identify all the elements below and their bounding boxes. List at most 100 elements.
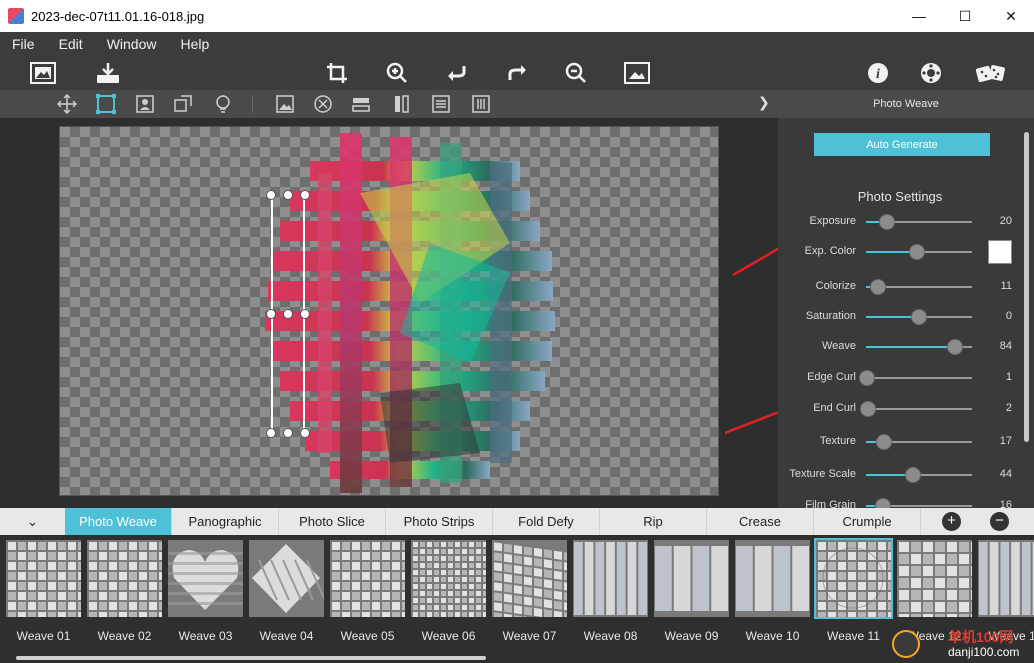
- exp-color-swatch[interactable]: [988, 240, 1012, 264]
- preset-thumbnail[interactable]: [897, 540, 972, 617]
- slider-track[interactable]: [866, 309, 972, 325]
- slider-thumb[interactable]: [876, 434, 893, 450]
- portrait-frame-icon[interactable]: [134, 93, 156, 115]
- slider-thumb[interactable]: [904, 467, 921, 483]
- undo-icon[interactable]: [443, 60, 471, 86]
- menu-window[interactable]: Window: [95, 36, 169, 52]
- slider-track[interactable]: [866, 498, 972, 508]
- add-preset-button[interactable]: +: [942, 512, 961, 531]
- slider-film-grain[interactable]: Film Grain 16: [778, 496, 1034, 508]
- distribute-columns-icon[interactable]: [470, 93, 492, 115]
- open-image-icon[interactable]: [29, 60, 57, 86]
- panel-scrollbar[interactable]: [1024, 132, 1029, 442]
- slider-value: 11: [1000, 280, 1012, 292]
- slider-saturation[interactable]: Saturation 0: [778, 307, 1034, 327]
- selection-handle[interactable]: [283, 428, 293, 438]
- preset-thumbnail[interactable]: [249, 540, 324, 617]
- preset-thumbnail[interactable]: [814, 538, 893, 619]
- selection-handle[interactable]: [283, 190, 293, 200]
- auto-generate-button[interactable]: Auto Generate: [814, 133, 990, 156]
- slider-end-curl[interactable]: End Curl 2: [778, 399, 1034, 419]
- chevron-right-icon[interactable]: ❯: [758, 94, 770, 111]
- preset-thumbnail[interactable]: [654, 540, 729, 617]
- slider-thumb[interactable]: [947, 339, 964, 355]
- crop-icon[interactable]: [323, 60, 351, 86]
- preset-thumbnail[interactable]: [411, 540, 486, 617]
- distribute-rows-icon[interactable]: [430, 93, 452, 115]
- lightbulb-icon[interactable]: [212, 93, 234, 115]
- add-image-icon[interactable]: [274, 93, 296, 115]
- slider-edge-curl[interactable]: Edge Curl 1: [778, 368, 1034, 388]
- transform-icon[interactable]: [172, 93, 194, 115]
- info-icon[interactable]: i: [864, 60, 892, 86]
- slider-track[interactable]: [866, 214, 972, 230]
- slider-track[interactable]: [859, 370, 972, 386]
- selection-handle[interactable]: [300, 190, 310, 200]
- selection-handle[interactable]: [266, 190, 276, 200]
- slider-weave[interactable]: Weave 84: [778, 337, 1034, 357]
- menu-file[interactable]: File: [0, 36, 47, 52]
- close-button[interactable]: ✕: [988, 0, 1034, 32]
- slider-track[interactable]: [860, 401, 972, 417]
- chevron-down-icon[interactable]: ⌄: [0, 508, 65, 535]
- preset-thumbnail[interactable]: [87, 540, 162, 617]
- slider-thumb[interactable]: [911, 309, 927, 325]
- slider-thumb[interactable]: [859, 370, 876, 386]
- preset-thumbnail[interactable]: [573, 540, 648, 617]
- tab-rip[interactable]: Rip: [600, 508, 707, 535]
- slider-track[interactable]: [866, 244, 972, 260]
- selection-handle[interactable]: [300, 309, 310, 319]
- redo-icon[interactable]: [503, 60, 531, 86]
- remove-preset-button[interactable]: −: [990, 512, 1009, 531]
- slider-exposure[interactable]: Exposure 20: [778, 212, 1034, 232]
- menu-edit[interactable]: Edit: [47, 36, 95, 52]
- align-horizontal-icon[interactable]: [350, 93, 372, 115]
- thumbnail-scrollbar[interactable]: [16, 656, 486, 660]
- image-canvas[interactable]: [59, 126, 719, 496]
- slider-thumb[interactable]: [869, 279, 886, 295]
- fit-image-icon[interactable]: [623, 60, 651, 86]
- preset-thumbnail[interactable]: [492, 540, 567, 617]
- move-tool-icon[interactable]: [56, 93, 78, 115]
- woven-photo[interactable]: [210, 133, 570, 493]
- select-tool-icon[interactable]: [95, 93, 117, 115]
- slider-thumb[interactable]: [908, 244, 925, 260]
- zoom-in-icon[interactable]: [383, 60, 411, 86]
- tab-crumple[interactable]: Crumple: [814, 508, 921, 535]
- slider-track[interactable]: [866, 434, 972, 450]
- slider-track[interactable]: [866, 279, 972, 295]
- slider-texture-scale[interactable]: Texture Scale 44: [778, 465, 1034, 485]
- align-vertical-icon[interactable]: [390, 93, 412, 115]
- maximize-button[interactable]: ☐: [942, 0, 988, 32]
- preset-thumbnail[interactable]: [330, 540, 405, 617]
- selection-handle[interactable]: [266, 309, 276, 319]
- selection-handle[interactable]: [300, 428, 310, 438]
- slider-track[interactable]: [866, 339, 972, 355]
- slider-thumb[interactable]: [860, 401, 877, 417]
- slider-thumb[interactable]: [879, 214, 896, 230]
- menu-help[interactable]: Help: [168, 36, 221, 52]
- dice-random-icon[interactable]: [975, 60, 1007, 86]
- slider-thumb[interactable]: [874, 498, 891, 508]
- preset-thumbnail[interactable]: [6, 540, 81, 617]
- preset-thumbnail[interactable]: [735, 540, 810, 617]
- tab-crease[interactable]: Crease: [707, 508, 814, 535]
- settings-icon[interactable]: [917, 60, 945, 86]
- tab-panographic[interactable]: Panographic: [172, 508, 279, 535]
- minimize-button[interactable]: —: [896, 0, 942, 32]
- remove-image-icon[interactable]: [312, 93, 334, 115]
- preset-thumbnail[interactable]: [168, 540, 243, 617]
- tab-photo-strips[interactable]: Photo Strips: [386, 508, 493, 535]
- slider-colorize[interactable]: Colorize 11: [778, 277, 1034, 297]
- slider-track[interactable]: [866, 467, 972, 483]
- tab-photo-weave[interactable]: Photo Weave: [65, 508, 172, 535]
- tab-fold-defy[interactable]: Fold Defy: [493, 508, 600, 535]
- preset-thumbnail[interactable]: [978, 540, 1034, 617]
- slider-exp-color[interactable]: Exp. Color: [778, 240, 1034, 264]
- save-icon[interactable]: [94, 60, 122, 86]
- slider-texture[interactable]: Texture 17: [778, 432, 1034, 452]
- selection-handle[interactable]: [266, 428, 276, 438]
- tab-photo-slice[interactable]: Photo Slice: [279, 508, 386, 535]
- zoom-out-icon[interactable]: [562, 60, 590, 86]
- selection-handle[interactable]: [283, 309, 293, 319]
